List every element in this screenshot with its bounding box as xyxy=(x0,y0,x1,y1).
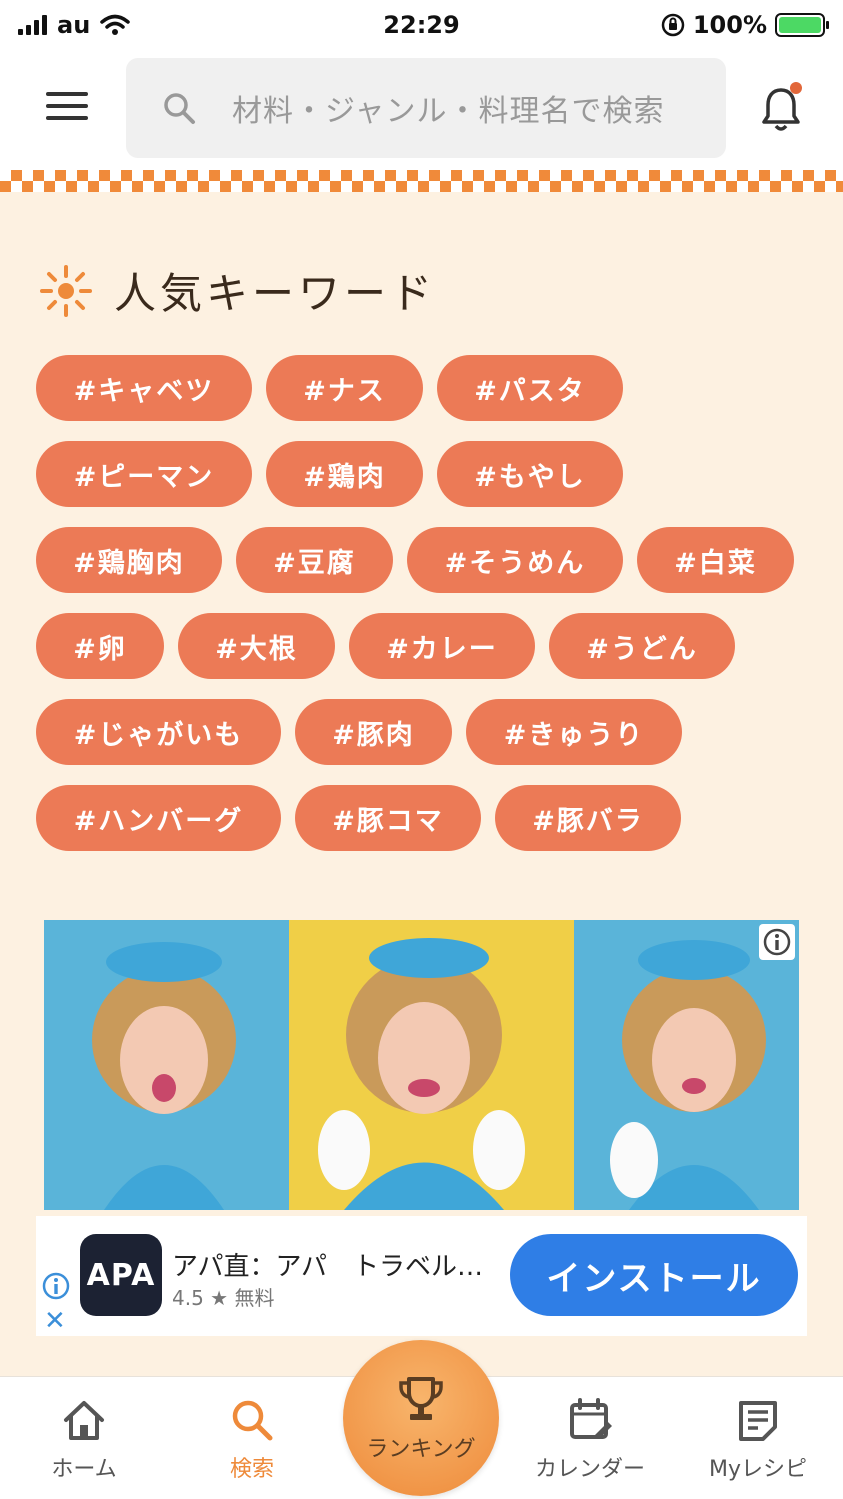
rating-value: 4.5 xyxy=(172,1286,204,1310)
keyword-tag[interactable]: #カレー xyxy=(349,613,535,679)
keyword-tag[interactable]: #大根 xyxy=(178,613,335,679)
keyword-tag[interactable]: #パスタ xyxy=(437,355,623,421)
tab-ranking-label: ランキング xyxy=(366,1437,476,1462)
keyword-tag[interactable]: #ハンバーグ xyxy=(36,785,281,851)
keyword-tag[interactable]: #豚コマ xyxy=(295,785,481,851)
ad-install-bar: ✕ APA アパ直：アパ トラベル… 4.5 ★ 無料 インストール xyxy=(36,1216,807,1336)
ad-info-button[interactable] xyxy=(759,924,795,960)
info-icon xyxy=(763,928,791,956)
keyword-tag[interactable]: #白菜 xyxy=(637,527,794,593)
signal-icon xyxy=(18,15,47,35)
tab-home-label: ホーム xyxy=(51,1457,117,1482)
trophy-icon xyxy=(399,1377,443,1420)
tab-my-recipe-label: Myレシピ xyxy=(708,1457,807,1482)
keyword-tag[interactable]: #豆腐 xyxy=(236,527,393,593)
home-icon xyxy=(64,1401,104,1440)
battery-icon xyxy=(775,13,829,37)
menu-button[interactable] xyxy=(46,92,88,124)
search-input[interactable]: 材料・ジャンル・料理名で検索 xyxy=(126,58,726,158)
sun-icon xyxy=(40,264,92,317)
keyword-tag[interactable]: #鶏肉 xyxy=(266,441,423,507)
checker-divider xyxy=(0,170,843,192)
notepad-icon xyxy=(739,1401,777,1441)
orientation-lock-icon xyxy=(661,13,685,37)
carrier-label: au xyxy=(57,11,91,39)
star-icon: ★ xyxy=(210,1286,229,1310)
tab-home[interactable]: ホーム xyxy=(14,1395,154,1483)
keyword-tag[interactable]: #キャベツ xyxy=(36,355,252,421)
ad-figures xyxy=(92,938,766,1210)
clock: 22:29 xyxy=(383,11,460,39)
wifi-icon xyxy=(100,14,131,35)
ad-banner-image[interactable] xyxy=(44,920,799,1210)
keyword-tag[interactable]: #鶏胸肉 xyxy=(36,527,222,593)
app-logo: APA xyxy=(80,1234,162,1316)
keyword-tag[interactable]: #ピーマン xyxy=(36,441,252,507)
close-ad-icon[interactable]: ✕ xyxy=(44,1306,66,1336)
ad-price: 無料 xyxy=(234,1286,275,1310)
keyword-tag[interactable]: #豚肉 xyxy=(295,699,452,765)
tab-ranking[interactable]: ランキング xyxy=(343,1340,499,1496)
calendar-icon xyxy=(570,1398,612,1439)
keyword-tag[interactable]: #きゅうり xyxy=(466,699,682,765)
keyword-tag[interactable]: #豚バラ xyxy=(495,785,681,851)
tab-calendar[interactable]: カレンダー xyxy=(520,1395,660,1483)
keyword-tags: #キャベツ #ナス #パスタ #ピーマン #鶏肉 #もやし #鶏胸肉 #豆腐 #… xyxy=(36,355,816,871)
tab-my-recipe[interactable]: Myレシピ xyxy=(688,1395,828,1483)
tab-search[interactable]: 検索 xyxy=(182,1395,322,1483)
keyword-tag[interactable]: #そうめん xyxy=(407,527,623,593)
tab-search-label: 検索 xyxy=(229,1457,274,1482)
keyword-tag[interactable]: #卵 xyxy=(36,613,164,679)
keyword-tag[interactable]: #ナス xyxy=(266,355,423,421)
keyword-tag[interactable]: #うどん xyxy=(549,613,735,679)
ad-rating: 4.5 ★ 無料 xyxy=(172,1282,274,1311)
keyword-tag[interactable]: #もやし xyxy=(437,441,623,507)
battery-percent: 100% xyxy=(692,11,767,39)
ad-app-name[interactable]: アパ直：アパ トラベル… xyxy=(172,1246,483,1283)
notification-button[interactable] xyxy=(760,82,802,134)
search-icon xyxy=(164,93,195,124)
status-bar: au 22:29 100% xyxy=(0,0,843,50)
install-button[interactable]: インストール xyxy=(510,1234,798,1316)
search-placeholder: 材料・ジャンル・料理名で検索 xyxy=(232,94,665,129)
tab-calendar-label: カレンダー xyxy=(534,1457,645,1482)
keywords-heading: 人気キーワード xyxy=(38,260,436,321)
search-icon xyxy=(232,1400,273,1441)
app-header: 材料・ジャンル・料理名で検索 xyxy=(0,50,843,170)
keywords-title: 人気キーワード xyxy=(114,269,437,318)
keyword-tag[interactable]: #じゃがいも xyxy=(36,699,281,765)
notification-badge xyxy=(790,82,802,94)
adchoices-info-icon[interactable] xyxy=(42,1272,70,1300)
